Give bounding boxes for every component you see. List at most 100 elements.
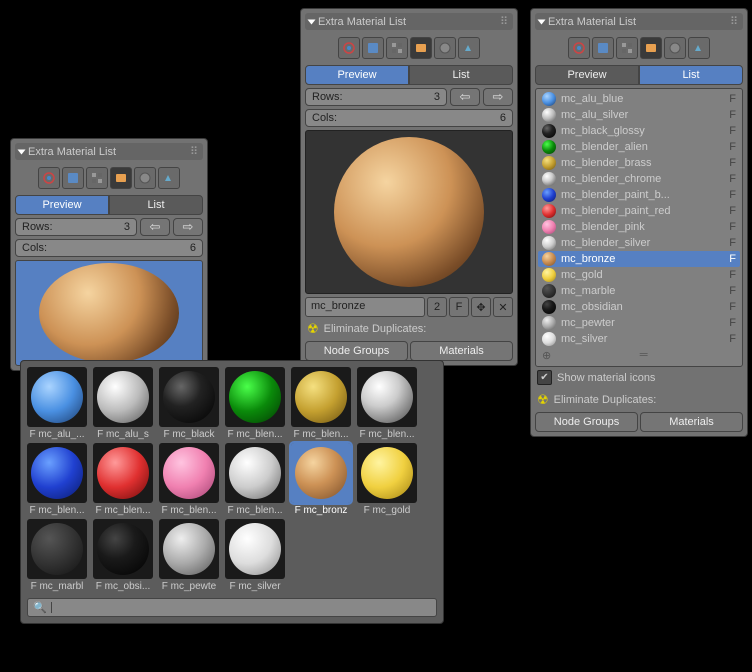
cols-field[interactable]: Cols:6 xyxy=(305,109,513,127)
node-groups-button[interactable]: Node Groups xyxy=(535,412,638,432)
grip-icon[interactable]: ⠿ xyxy=(730,15,739,28)
mode-icon-3[interactable] xyxy=(410,37,432,59)
list-item[interactable]: mc_alu_blueF xyxy=(538,91,740,107)
panel-header[interactable]: Extra Material List ⠿ xyxy=(15,143,203,160)
grid-cell[interactable]: F mc_blen... xyxy=(225,443,285,516)
mode-icon-1[interactable] xyxy=(62,167,84,189)
materials-button[interactable]: Materials xyxy=(640,412,743,432)
grid-cell[interactable]: F mc_alu_... xyxy=(27,367,87,440)
list-item[interactable]: mc_blender_silverF xyxy=(538,235,740,251)
grid-cell[interactable]: F mc_bronz xyxy=(291,443,351,516)
list-item[interactable]: mc_pewterF xyxy=(538,315,740,331)
show-icons-check[interactable]: ✔Show material icons xyxy=(535,367,743,388)
mode-icon-2[interactable] xyxy=(86,167,108,189)
grid-cell[interactable]: F mc_pewte xyxy=(159,519,219,592)
list-item[interactable]: mc_alu_silverF xyxy=(538,107,740,123)
preview-box[interactable] xyxy=(15,260,203,366)
grid-cell[interactable]: F mc_blen... xyxy=(357,367,417,440)
panel-header[interactable]: Extra Material List⠿ xyxy=(305,13,513,30)
grid-cell[interactable]: F mc_blen... xyxy=(27,443,87,516)
panel-title: Extra Material List xyxy=(28,146,116,158)
list-item[interactable]: mc_blender_brassF xyxy=(538,155,740,171)
icon-row xyxy=(535,34,743,62)
mode-icon-3[interactable] xyxy=(110,167,132,189)
add-icon[interactable]: ⊕ xyxy=(542,349,551,362)
material-ball-icon xyxy=(542,300,556,314)
list-item[interactable]: mc_blender_alien F xyxy=(538,139,740,155)
grid-cell[interactable]: F mc_obsi... xyxy=(93,519,153,592)
mode-icon-0[interactable] xyxy=(38,167,60,189)
add-button[interactable]: ✥ xyxy=(471,297,491,317)
mode-icon-1[interactable] xyxy=(362,37,384,59)
list-item[interactable]: mc_silverF xyxy=(538,331,740,347)
material-name: mc_blender_paint_red xyxy=(561,205,670,217)
grid-cell[interactable]: F mc_blen... xyxy=(225,367,285,440)
tab-list[interactable]: List xyxy=(109,195,203,215)
mode-icon-0[interactable] xyxy=(338,37,360,59)
mode-icon-5[interactable] xyxy=(458,37,480,59)
users-count[interactable]: 2 xyxy=(427,297,447,317)
mode-icon-4[interactable] xyxy=(434,37,456,59)
tab-list[interactable]: List xyxy=(639,65,743,85)
search-field[interactable]: 🔍 xyxy=(27,598,437,617)
mode-icon-0[interactable] xyxy=(568,37,590,59)
mode-icon-4[interactable] xyxy=(134,167,156,189)
node-groups-button[interactable]: Node Groups xyxy=(305,341,408,361)
list-item[interactable]: mc_blender_chromeF xyxy=(538,171,740,187)
grip-icon[interactable]: ⠿ xyxy=(190,145,199,158)
grid-label: F mc_marbl xyxy=(27,579,87,592)
mode-icon-5[interactable] xyxy=(158,167,180,189)
list-item[interactable]: mc_blender_paint_redF xyxy=(538,203,740,219)
material-sphere xyxy=(229,523,281,575)
mode-icon-3[interactable] xyxy=(640,37,662,59)
grip-icon[interactable]: ⠿ xyxy=(500,15,509,28)
drag-handle-icon[interactable]: ═ xyxy=(640,349,648,362)
fake-user-button[interactable]: F xyxy=(449,297,469,317)
grid-cell[interactable]: F mc_black xyxy=(159,367,219,440)
tab-preview[interactable]: Preview xyxy=(305,65,409,85)
materials-button[interactable]: Materials xyxy=(410,341,513,361)
tab-preview[interactable]: Preview xyxy=(15,195,109,215)
list-item[interactable]: mc_goldF xyxy=(538,267,740,283)
remove-button[interactable]: ✕ xyxy=(493,297,513,317)
prev-button[interactable]: ⇦ xyxy=(450,88,480,106)
list-item[interactable]: mc_obsidianF xyxy=(538,299,740,315)
mode-icon-5[interactable] xyxy=(688,37,710,59)
material-name: mc_blender_alien xyxy=(561,141,648,153)
prev-button[interactable]: ⇦ xyxy=(140,218,170,236)
cols-field[interactable]: Cols:6 xyxy=(15,239,203,257)
flag: F xyxy=(729,237,736,249)
elim-label: Eliminate Duplicates: xyxy=(324,323,427,335)
list-item[interactable]: mc_marbleF xyxy=(538,283,740,299)
rows-field[interactable]: Rows:3 xyxy=(305,88,447,106)
next-button[interactable]: ⇨ xyxy=(483,88,513,106)
grid-cell[interactable]: F mc_blen... xyxy=(93,443,153,516)
flag: F xyxy=(729,141,736,153)
mode-icon-2[interactable] xyxy=(386,37,408,59)
material-sphere xyxy=(163,447,215,499)
next-button[interactable]: ⇨ xyxy=(173,218,203,236)
rows-field[interactable]: Rows:3 xyxy=(15,218,137,236)
tab-preview[interactable]: Preview xyxy=(535,65,639,85)
grid-cell[interactable]: F mc_gold xyxy=(357,443,417,516)
mode-icon-1[interactable] xyxy=(592,37,614,59)
flag: F xyxy=(729,173,736,185)
list-item[interactable]: mc_bronzeF xyxy=(538,251,740,267)
mode-icon-4[interactable] xyxy=(664,37,686,59)
material-sphere xyxy=(229,447,281,499)
panel-header[interactable]: Extra Material List⠿ xyxy=(535,13,743,30)
grid-cell[interactable]: F mc_blen... xyxy=(291,367,351,440)
material-ball-icon xyxy=(542,236,556,250)
list-item[interactable]: mc_blender_paint_b...F xyxy=(538,187,740,203)
material-name: mc_alu_silver xyxy=(561,109,628,121)
list-item[interactable]: mc_black_glossyF xyxy=(538,123,740,139)
tabs: PreviewList xyxy=(15,195,203,215)
grid-cell[interactable]: F mc_silver xyxy=(225,519,285,592)
tab-list[interactable]: List xyxy=(409,65,513,85)
grid-cell[interactable]: F mc_alu_s xyxy=(93,367,153,440)
material-name-field[interactable]: mc_bronze xyxy=(305,297,425,317)
list-item[interactable]: mc_blender_pinkF xyxy=(538,219,740,235)
grid-cell[interactable]: F mc_marbl xyxy=(27,519,87,592)
grid-cell[interactable]: F mc_blen... xyxy=(159,443,219,516)
mode-icon-2[interactable] xyxy=(616,37,638,59)
